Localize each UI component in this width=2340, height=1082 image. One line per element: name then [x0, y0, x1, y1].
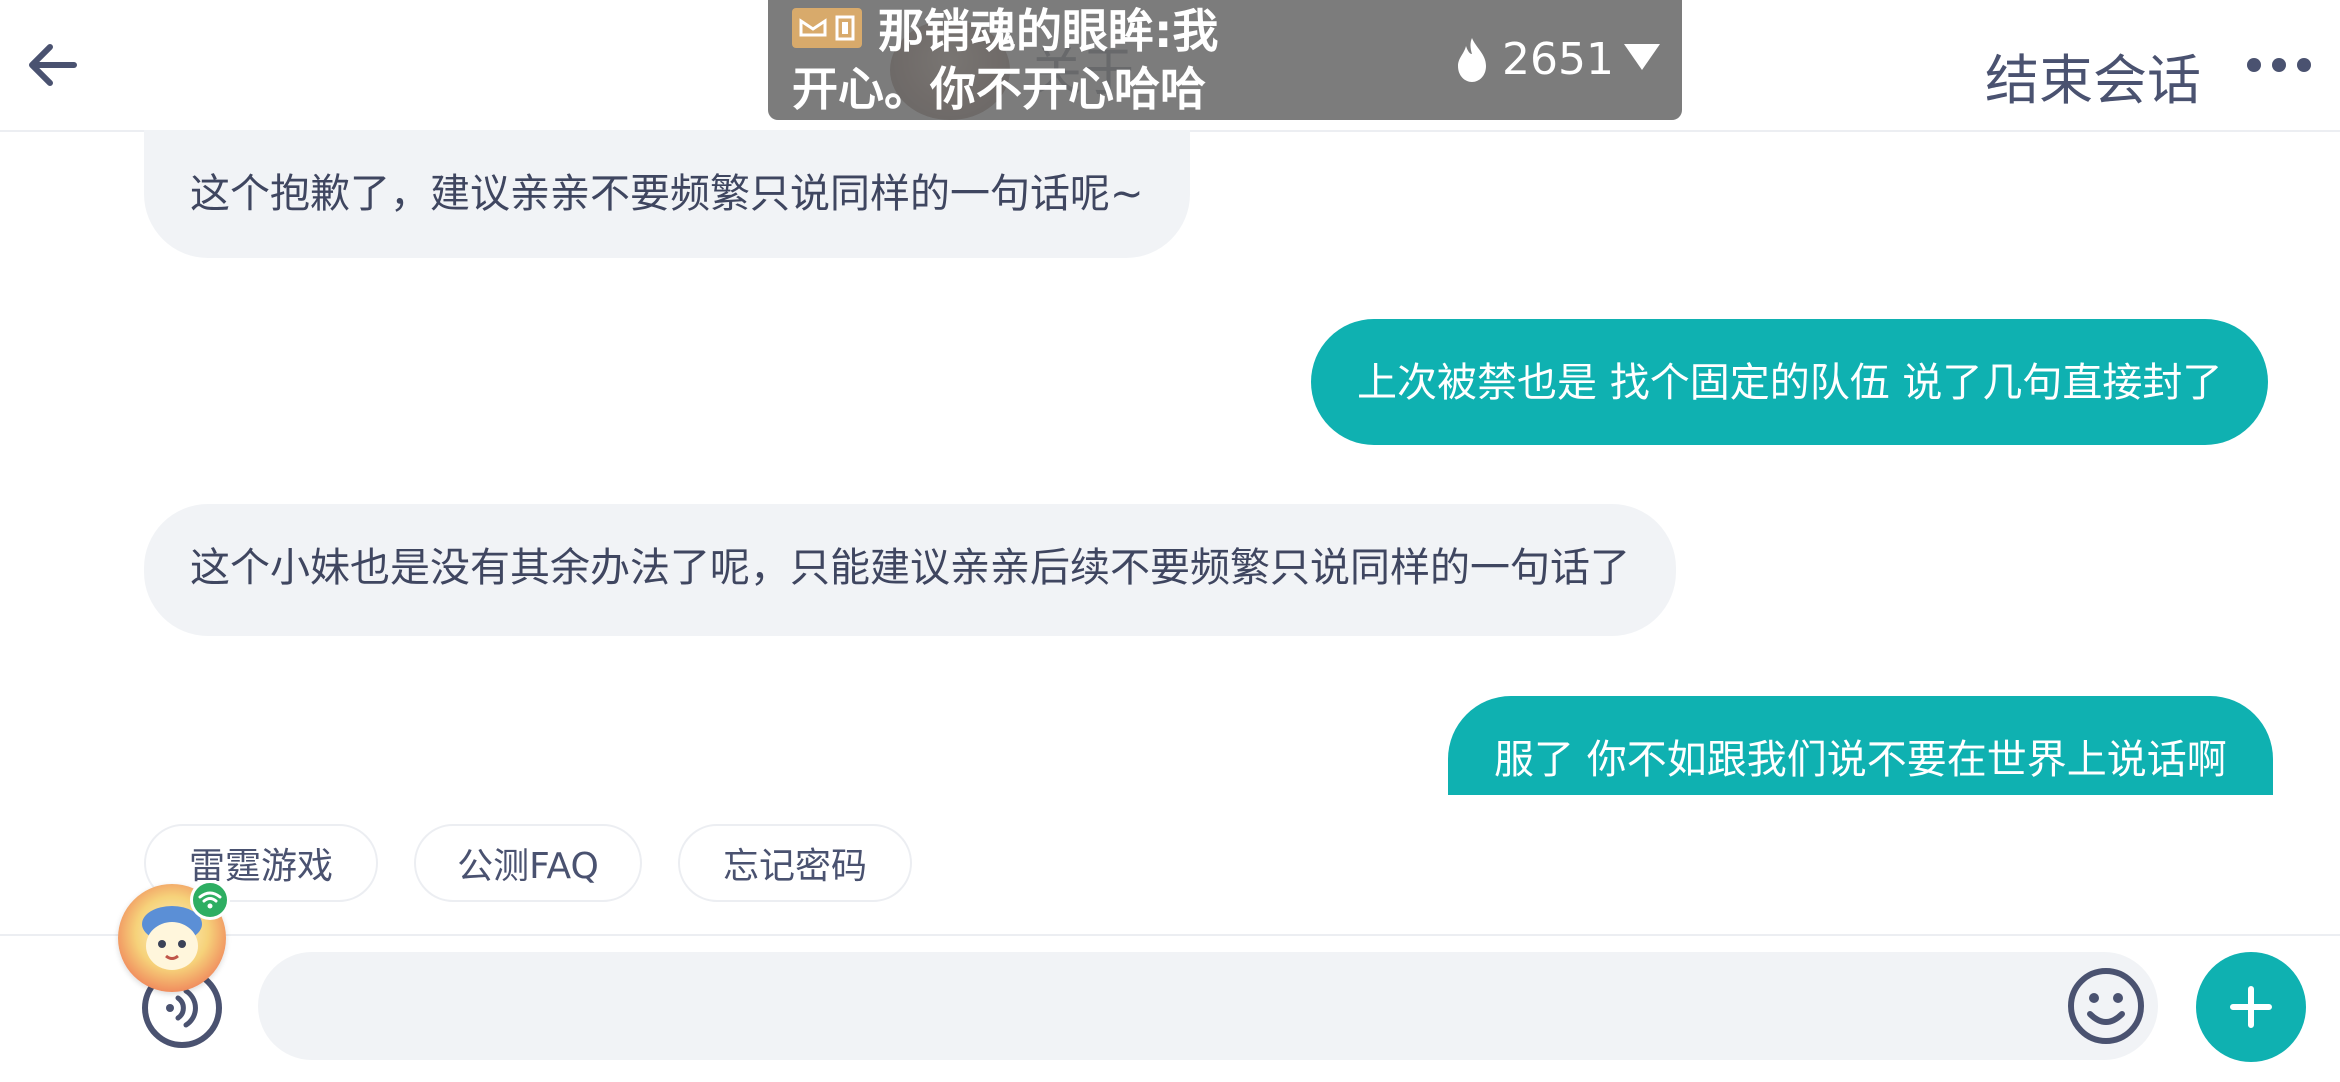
chat-list[interactable]: 这个抱歉了，建议亲亲不要频繁只说同样的一句话呢~ 上次被禁也是 找个固定的队伍 … [0, 130, 2340, 795]
message-input[interactable] [258, 952, 2158, 1060]
emoji-button[interactable] [2066, 966, 2146, 1046]
heat-count: 2651 [1502, 34, 1614, 85]
message-bubble-incoming: 这个抱歉了，建议亲亲不要频繁只说同样的一句话呢~ [144, 130, 1190, 258]
arrow-left-icon [29, 44, 77, 86]
back-button[interactable] [18, 30, 88, 100]
quick-reply-label: 忘记密码 [722, 846, 867, 887]
quick-reply-chip[interactable]: 忘记密码 [678, 824, 912, 902]
voice-icon [166, 988, 198, 1028]
wifi-icon [198, 891, 222, 909]
message-bubble-incoming: 这个小妹也是没有其余办法了呢，只能建议亲亲后续不要频繁只说同样的一句话了 [144, 504, 1676, 636]
message-text: 服了 你不如跟我们说不要在世界上说话啊 [1494, 737, 2227, 783]
more-dots-icon [2247, 58, 2311, 72]
message-text: 这个抱歉了，建议亲亲不要频繁只说同样的一句话呢~ [190, 171, 1144, 217]
live-comment-overlay: 那销魂的眼眸:我开心。你不开心哈哈哈哈 2651 [768, 0, 1682, 174]
message-text: 这个小妹也是没有其余办法了呢，只能建议亲亲后续不要频繁只说同样的一句话了 [190, 545, 1630, 591]
quick-reply-chip[interactable]: 公测FAQ [414, 824, 642, 902]
more-button[interactable] [2242, 40, 2316, 90]
fire-icon [1458, 38, 1486, 82]
plus-button[interactable] [2196, 952, 2306, 1062]
triangle-down-icon[interactable] [1624, 44, 1660, 70]
message-text: 上次被禁也是 找个固定的队伍 说了几句直接封了 [1357, 360, 2223, 406]
emoji-icon [2068, 968, 2144, 1044]
wifi-badge [190, 880, 230, 920]
message-bubble-outgoing: 服了 你不如跟我们说不要在世界上说话啊 [1448, 696, 2273, 795]
plus-icon [2230, 986, 2272, 1028]
quick-reply-label: 公测FAQ [457, 846, 599, 887]
end-session-button[interactable]: 结束会话 [1985, 36, 2201, 115]
message-bubble-outgoing: 上次被禁也是 找个固定的队伍 说了几句直接封了 [1311, 319, 2269, 445]
